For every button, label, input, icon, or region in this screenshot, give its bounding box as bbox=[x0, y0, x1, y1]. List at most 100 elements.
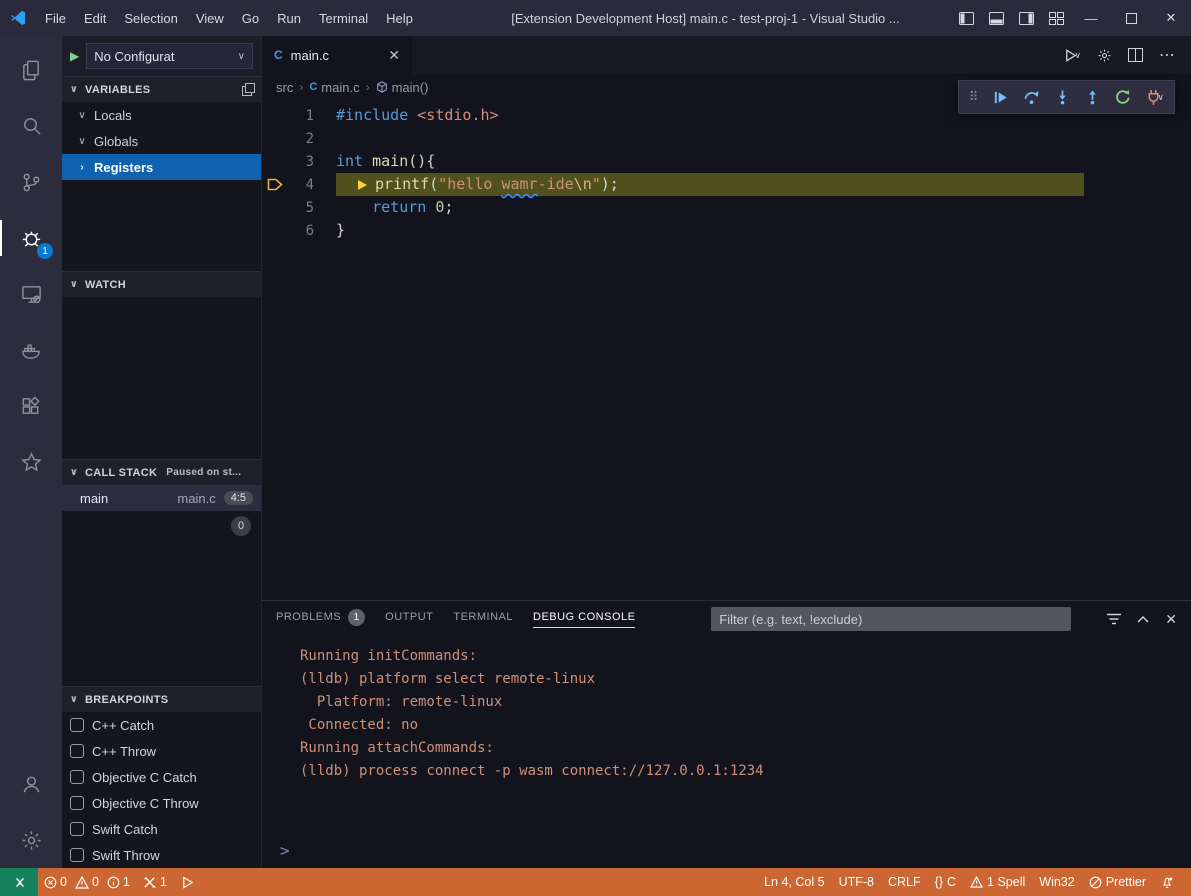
debug-target-status[interactable] bbox=[174, 868, 201, 896]
variables-item-registers[interactable]: › Registers bbox=[62, 154, 261, 180]
step-out-button[interactable] bbox=[1085, 89, 1100, 105]
breakpoint-item[interactable]: Swift Catch bbox=[62, 816, 261, 842]
gear-icon[interactable] bbox=[1097, 48, 1112, 63]
code-line[interactable]: 2 bbox=[262, 127, 1191, 150]
menu-go[interactable]: Go bbox=[233, 0, 268, 36]
breakpoint-checkbox[interactable] bbox=[70, 796, 84, 810]
code-line[interactable]: 5 return 0; bbox=[262, 196, 1191, 219]
extensions-icon[interactable] bbox=[0, 378, 62, 434]
glyph-margin[interactable] bbox=[262, 127, 288, 150]
breadcrumb-symbol[interactable]: main() bbox=[376, 80, 429, 95]
code-line[interactable]: 6 } bbox=[262, 219, 1191, 242]
stack-frame-row[interactable]: main main.c 4:5 bbox=[62, 485, 261, 511]
breakpoint-checkbox[interactable] bbox=[70, 822, 84, 836]
breakpoint-item[interactable]: Objective C Catch bbox=[62, 764, 261, 790]
breakpoint-checkbox[interactable] bbox=[70, 744, 84, 758]
toggle-secondary-sidebar-icon[interactable] bbox=[1011, 0, 1041, 36]
breakpoint-checkbox[interactable] bbox=[70, 718, 84, 732]
formatter-status[interactable]: Prettier bbox=[1082, 868, 1153, 896]
tab-terminal[interactable]: TERMINAL bbox=[453, 601, 513, 637]
variables-section-header[interactable]: ∨ VARIABLES bbox=[62, 76, 261, 102]
restart-button[interactable] bbox=[1115, 89, 1131, 105]
tab-output[interactable]: OUTPUT bbox=[385, 601, 433, 637]
minimize-button[interactable]: — bbox=[1071, 0, 1111, 36]
run-file-button[interactable]: ∨ bbox=[1063, 48, 1081, 63]
menu-view[interactable]: View bbox=[187, 0, 233, 36]
run-and-debug-icon[interactable]: 1 bbox=[0, 210, 62, 266]
menu-run[interactable]: Run bbox=[268, 0, 310, 36]
tools-status[interactable]: 1 bbox=[136, 868, 174, 896]
breakpoint-checkbox[interactable] bbox=[70, 848, 84, 862]
source-control-icon[interactable] bbox=[0, 154, 62, 210]
glyph-margin[interactable] bbox=[262, 219, 288, 242]
breakpoint-item[interactable]: Objective C Throw bbox=[62, 790, 261, 816]
encoding-status[interactable]: UTF-8 bbox=[832, 868, 881, 896]
breadcrumb-file[interactable]: C main.c bbox=[309, 80, 359, 95]
glyph-margin[interactable] bbox=[262, 104, 288, 127]
callstack-section-header[interactable]: ∨ CALL STACK Paused on st... bbox=[62, 459, 261, 485]
menu-edit[interactable]: Edit bbox=[75, 0, 115, 36]
problems-status[interactable]: 0 0 1 bbox=[38, 868, 136, 896]
explorer-icon[interactable] bbox=[0, 42, 62, 98]
split-editor-icon[interactable] bbox=[1128, 48, 1143, 62]
watch-section-header[interactable]: ∨ WATCH bbox=[62, 271, 261, 297]
code-token: return bbox=[336, 196, 435, 219]
breadcrumb-src[interactable]: src bbox=[276, 80, 293, 95]
breakpoint-item[interactable]: C++ Throw bbox=[62, 738, 261, 764]
toggle-sidebar-icon[interactable] bbox=[951, 0, 981, 36]
breakpoint-item[interactable]: Swift Throw bbox=[62, 842, 261, 868]
disconnect-button[interactable]: ∨ bbox=[1146, 89, 1164, 106]
maximize-panel-icon[interactable] bbox=[1137, 615, 1149, 623]
variables-item-globals[interactable]: ∨ Globals bbox=[62, 128, 261, 154]
code-line[interactable]: 3 int main(){ bbox=[262, 150, 1191, 173]
close-tab-icon[interactable]: ✕ bbox=[388, 47, 400, 64]
glyph-margin[interactable] bbox=[262, 196, 288, 219]
step-into-button[interactable] bbox=[1055, 89, 1070, 105]
tab-problems[interactable]: PROBLEMS 1 bbox=[276, 601, 365, 637]
start-debug-icon[interactable]: ▶ bbox=[70, 49, 79, 63]
maximize-button[interactable] bbox=[1111, 0, 1151, 36]
breakpoint-label: C++ Catch bbox=[92, 718, 154, 733]
accounts-icon[interactable] bbox=[0, 756, 62, 812]
more-actions-icon[interactable]: ⋯ bbox=[1159, 45, 1175, 65]
platform-status[interactable]: Win32 bbox=[1032, 868, 1081, 896]
glyph-margin[interactable] bbox=[262, 150, 288, 173]
console-filter-input[interactable] bbox=[711, 607, 1071, 631]
cursor-position-status[interactable]: Ln 4, Col 5 bbox=[757, 868, 831, 896]
tab-debug-console[interactable]: DEBUG CONSOLE bbox=[533, 601, 635, 637]
breakpoints-section-header[interactable]: ∨ BREAKPOINTS bbox=[62, 686, 261, 712]
variables-item-locals[interactable]: ∨ Locals bbox=[62, 102, 261, 128]
breakpoint-item[interactable]: C++ Catch bbox=[62, 712, 261, 738]
eol-status[interactable]: CRLF bbox=[881, 868, 928, 896]
debug-config-dropdown[interactable]: No Configurat ∨ bbox=[86, 43, 253, 69]
continue-button[interactable] bbox=[993, 90, 1008, 105]
spell-label: 1 Spell bbox=[987, 875, 1025, 889]
variables-title: VARIABLES bbox=[85, 84, 150, 96]
remote-explorer-icon[interactable] bbox=[0, 266, 62, 322]
toggle-panel-icon[interactable] bbox=[981, 0, 1011, 36]
menu-help[interactable]: Help bbox=[377, 0, 422, 36]
code-line-current[interactable]: 4 printf("hello wamr-ide\n"); bbox=[262, 173, 1191, 196]
collapse-all-icon[interactable] bbox=[242, 83, 255, 96]
tab-main-c[interactable]: C main.c ✕ bbox=[262, 36, 412, 74]
customize-layout-icon[interactable] bbox=[1041, 0, 1071, 36]
close-panel-icon[interactable]: ✕ bbox=[1165, 611, 1177, 628]
menu-terminal[interactable]: Terminal bbox=[310, 0, 377, 36]
menu-file[interactable]: File bbox=[36, 0, 75, 36]
docker-icon[interactable] bbox=[0, 322, 62, 378]
remote-indicator[interactable] bbox=[0, 868, 38, 896]
drag-handle-icon[interactable]: ⠿ bbox=[969, 89, 979, 105]
menu-selection[interactable]: Selection bbox=[115, 0, 186, 36]
breakpoint-checkbox[interactable] bbox=[70, 770, 84, 784]
language-mode-status[interactable]: {} C bbox=[928, 868, 963, 896]
current-line-glyph-arrow[interactable] bbox=[262, 173, 288, 196]
settings-gear-icon[interactable] bbox=[0, 812, 62, 868]
close-window-button[interactable]: ✕ bbox=[1151, 0, 1191, 36]
search-icon[interactable] bbox=[0, 98, 62, 154]
console-input-prompt[interactable]: > bbox=[280, 841, 290, 860]
spell-checker-status[interactable]: 1 Spell bbox=[963, 868, 1032, 896]
step-over-button[interactable] bbox=[1023, 89, 1040, 105]
filter-lines-icon[interactable] bbox=[1107, 613, 1121, 625]
notifications-status[interactable] bbox=[1153, 868, 1181, 896]
star-extension-icon[interactable] bbox=[0, 434, 62, 490]
